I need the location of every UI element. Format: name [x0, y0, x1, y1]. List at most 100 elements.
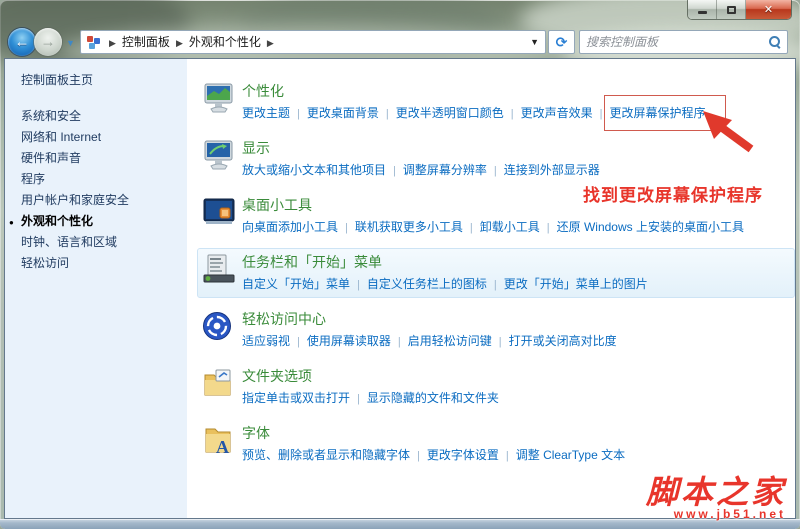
task-link[interactable]: 更改桌面背景 — [307, 106, 379, 120]
task-link[interactable]: 更改主题 — [242, 106, 290, 120]
sidebar-item[interactable]: 轻松访问 — [21, 257, 187, 269]
ease-of-access-icon — [202, 309, 242, 351]
category-sections: 个性化更改主题 | 更改桌面背景 | 更改半透明窗口颜色 | 更改声音效果 | 更改屏幕保护程序… — [197, 77, 795, 469]
section-task-links: 指定单击或双击打开 | 显示隐藏的文件和文件夹 — [242, 390, 788, 408]
task-link[interactable]: 向桌面添加小工具 — [242, 220, 338, 234]
link-separator: | — [417, 450, 420, 462]
link-separator: | — [297, 336, 300, 348]
main-content: 个性化更改主题 | 更改桌面背景 | 更改半透明窗口颜色 | 更改声音效果 | 更改屏幕保护程序… — [187, 59, 795, 518]
link-separator: | — [357, 393, 360, 405]
task-link[interactable]: 更改「开始」菜单上的图片 — [504, 277, 648, 291]
link-separator: | — [357, 279, 360, 291]
navigation-toolbar: ← → ▼ ▶ 控制面板 ▶ 外观和个性化 ▶ ▼ ⟳ — [0, 27, 800, 58]
refresh-button[interactable]: ⟳ — [548, 30, 575, 54]
sidebar: 控制面板主页 系统和安全网络和 Internet 硬件和声音程序用户帐户和家庭安全… — [5, 59, 187, 518]
section-title-link[interactable]: 显示 — [242, 138, 788, 158]
task-link[interactable]: 使用屏幕读取器 — [307, 334, 391, 348]
watermark-site-name: 脚本之家 — [645, 473, 786, 511]
sidebar-item[interactable]: ● 外观和个性化 — [9, 215, 187, 227]
client-area: 控制面板主页 系统和安全网络和 Internet 硬件和声音程序用户帐户和家庭安全… — [4, 58, 796, 519]
sidebar-item[interactable]: 网络和 Internet — [21, 131, 187, 143]
category-section: 个性化 更改主题 | 更改桌面背景 | 更改半透明窗口颜色 | 更改声音效果 | 更改屏幕保护程序 — [197, 77, 795, 127]
control-panel-icon — [87, 35, 101, 49]
section-title-link[interactable]: 个性化 — [242, 81, 788, 101]
section-task-links: 放大或缩小文本和其他项目 | 调整屏幕分辨率 | 连接到外部显示器 — [242, 162, 788, 180]
window-caption-buttons: ✕ — [688, 0, 791, 19]
link-separator: | — [345, 222, 348, 234]
sidebar-item-label: 程序 — [21, 172, 46, 186]
link-separator: | — [469, 222, 473, 234]
search-box[interactable] — [579, 30, 788, 54]
task-link[interactable]: 调整 ClearType 文本 — [516, 448, 625, 462]
category-section: 文件夹选项指定单击或双击打开 | 显示隐藏的文件和文件夹 — [197, 362, 795, 412]
link-separator: | — [393, 165, 396, 177]
back-button[interactable]: ← — [8, 28, 36, 56]
fonts-icon: A — [202, 423, 242, 465]
link-separator: | — [546, 222, 550, 234]
task-link[interactable]: 更改半透明窗口颜色 — [396, 106, 504, 120]
task-link[interactable]: 联机获取更多小工具 — [355, 220, 463, 234]
section-title-link[interactable]: 字体 — [242, 423, 788, 443]
task-link[interactable]: 连接到外部显示器 — [504, 163, 600, 177]
task-link[interactable]: 适应弱视 — [242, 334, 290, 348]
task-link[interactable]: 启用轻松访问键 — [408, 334, 492, 348]
task-link[interactable]: 显示隐藏的文件和文件夹 — [367, 391, 499, 405]
category-section: 任务栏和「开始」菜单自定义「开始」菜单 | 自定义任务栏上的图标 | 更改「开始」菜单上… — [197, 248, 795, 298]
task-link[interactable]: 调整屏幕分辨率 — [403, 163, 487, 177]
category-section: 轻松访问中心 适应弱视 | 使用屏幕读取器 | 启用轻松访问键 | 打开或关闭高对比度 — [197, 305, 795, 355]
desktop-gadgets-icon — [202, 195, 242, 237]
section-title-link[interactable]: 任务栏和「开始」菜单 — [242, 252, 788, 272]
sidebar-item[interactable]: 时钟、语言和区域 — [21, 236, 187, 248]
link-separator: | — [297, 108, 300, 120]
sidebar-item[interactable]: 用户帐户和家庭安全 — [21, 194, 187, 206]
section-title-link[interactable]: 文件夹选项 — [242, 366, 788, 386]
task-link[interactable]: 自定义任务栏上的图标 — [367, 277, 487, 291]
breadcrumb-arrow-icon: ▶ — [266, 38, 274, 48]
task-link[interactable]: 放大或缩小文本和其他项目 — [242, 163, 386, 177]
section-task-links: 预览、删除或者显示和隐藏字体 | 更改字体设置 | 调整 ClearType 文本 — [242, 447, 788, 465]
forward-button[interactable]: → — [34, 28, 62, 56]
link-separator: | — [493, 279, 497, 291]
task-link[interactable]: 卸载小工具 — [480, 220, 540, 234]
display-monitor-icon — [202, 138, 242, 180]
sidebar-item-control-panel-home[interactable]: 控制面板主页 — [21, 71, 187, 88]
sidebar-item[interactable]: 硬件和声音 — [21, 152, 187, 164]
task-link[interactable]: 指定单击或双击打开 — [242, 391, 350, 405]
search-input[interactable] — [586, 35, 769, 49]
link-separator: | — [505, 450, 509, 462]
task-link[interactable]: 还原 Windows 上安装的桌面小工具 — [557, 220, 744, 234]
maximize-icon — [726, 5, 736, 14]
maximize-button[interactable] — [717, 0, 746, 19]
minimize-button[interactable] — [688, 0, 717, 19]
personalization-monitor-icon — [202, 81, 242, 123]
sidebar-item-label: 轻松访问 — [21, 256, 70, 270]
recent-pages-dropdown-icon[interactable]: ▼ — [66, 38, 75, 48]
breadcrumb-item[interactable]: 外观和个性化 — [189, 35, 261, 49]
breadcrumb-arrow-icon: ▶ — [109, 38, 116, 48]
sidebar-item-label: 时钟、语言和区域 — [21, 235, 118, 249]
breadcrumb-bar[interactable]: ▶ 控制面板 ▶ 外观和个性化 ▶ ▼ — [80, 30, 546, 54]
task-link[interactable]: 更改字体设置 — [427, 448, 499, 462]
control-panel-window: ✕ ← → ▼ ▶ 控制面板 ▶ 外观和个性化 ▶ ▼ ⟳ 控制面板主页 系统和安全网络… — [0, 0, 800, 529]
section-task-links: 向桌面添加小工具 | 联机获取更多小工具 | 卸载小工具 | 还原 Windows 上安装的… — [242, 219, 788, 237]
task-link[interactable]: 预览、删除或者显示和隐藏字体 — [242, 448, 410, 462]
section-task-links: 自定义「开始」菜单 | 自定义任务栏上的图标 | 更改「开始」菜单上的图片 — [242, 276, 788, 294]
address-dropdown-icon[interactable]: ▼ — [530, 37, 541, 47]
task-link-highlight-boxed[interactable]: 更改屏幕保护程序 — [610, 106, 706, 120]
sidebar-item-label: 网络和 Internet — [21, 130, 102, 144]
link-separator: | — [385, 108, 389, 120]
task-link[interactable]: 自定义「开始」菜单 — [242, 277, 350, 291]
category-section: A 字体预览、删除或者显示和隐藏字体 | 更改字体设置 | 调整 ClearType 文本 — [197, 419, 795, 469]
close-button[interactable]: ✕ — [746, 0, 791, 19]
task-link[interactable]: 更改声音效果 — [521, 106, 593, 120]
link-separator: | — [493, 165, 497, 177]
sidebar-item[interactable]: 系统和安全 — [21, 110, 187, 122]
back-arrow-icon: ← — [14, 33, 30, 51]
task-link[interactable]: 打开或关闭高对比度 — [509, 334, 617, 348]
minimize-icon — [697, 11, 707, 14]
breadcrumb-item[interactable]: 控制面板 — [122, 35, 170, 49]
current-item-bullet-icon: ● — [9, 218, 14, 227]
section-title-link[interactable]: 轻松访问中心 — [242, 309, 788, 329]
category-section: 显示放大或缩小文本和其他项目 | 调整屏幕分辨率 | 连接到外部显示器 — [197, 134, 795, 184]
sidebar-item[interactable]: 程序 — [21, 173, 187, 185]
